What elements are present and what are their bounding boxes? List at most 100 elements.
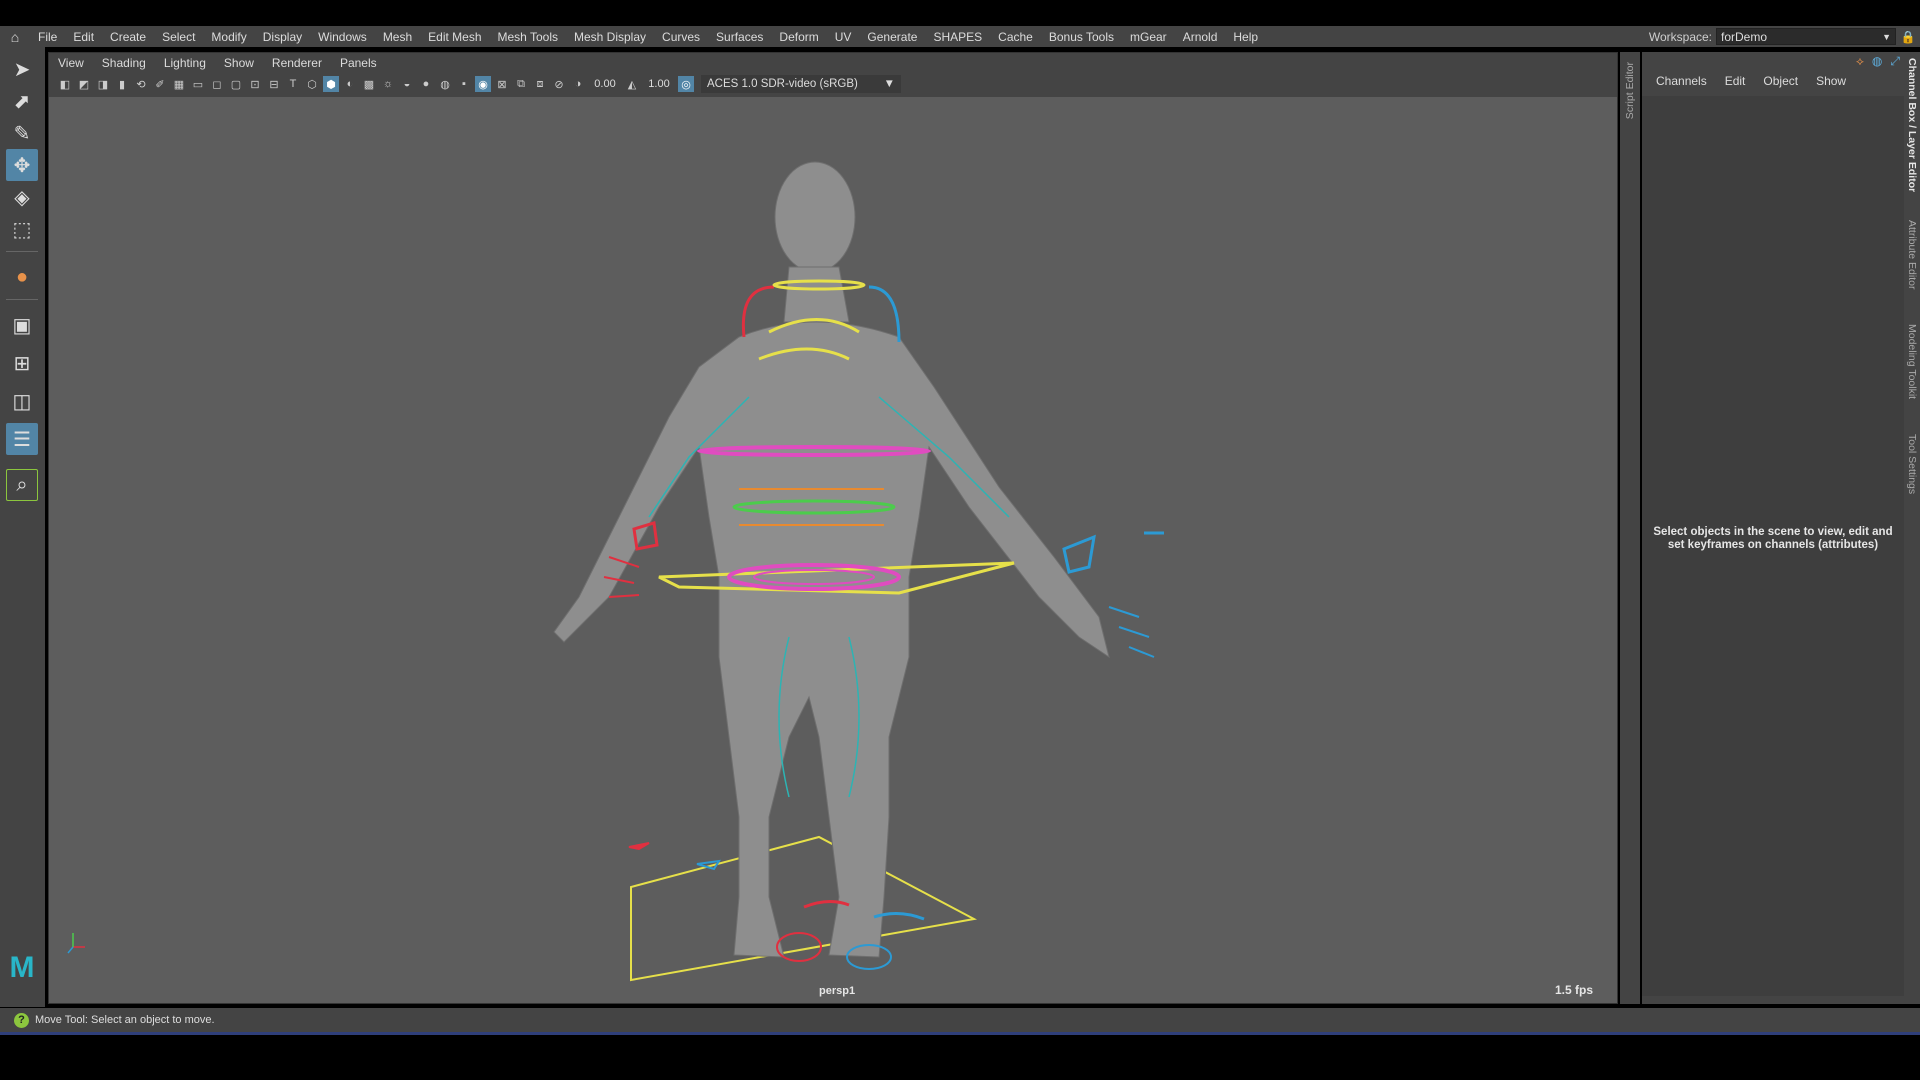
left-ik-pole[interactable] xyxy=(628,842,650,851)
show-menu[interactable]: Show xyxy=(1812,74,1850,88)
lights-icon[interactable]: ☼ xyxy=(380,76,396,92)
perspective-viewport[interactable]: persp1 1.5 fps xyxy=(49,97,1617,1003)
menu-create[interactable]: Create xyxy=(102,30,154,44)
right-wrist-control[interactable] xyxy=(1062,534,1096,574)
tab-modeling-toolkit[interactable]: Modeling Toolkit xyxy=(1906,324,1918,399)
help-icon: ? xyxy=(14,1012,29,1028)
safe-action-icon[interactable]: ⊟ xyxy=(266,76,282,92)
panel-menu-show[interactable]: Show xyxy=(215,56,263,70)
wireframe-icon[interactable]: ⬡ xyxy=(304,76,320,92)
workspace-select[interactable]: forDemo ▼ xyxy=(1716,28,1896,45)
menu-uv[interactable]: UV xyxy=(827,30,860,44)
menu-shapes[interactable]: SHAPES xyxy=(925,30,990,44)
two-view-layout-icon[interactable]: ◫ xyxy=(6,385,38,417)
workspace-area: Workspace: forDemo ▼ 🔒 xyxy=(1649,26,1920,47)
menu-edit-mesh[interactable]: Edit Mesh xyxy=(420,30,489,44)
script-editor-strip[interactable]: Script Editor xyxy=(1620,52,1640,1004)
axis-icon[interactable]: ⟡ xyxy=(1856,54,1864,69)
menu-generate[interactable]: Generate xyxy=(859,30,925,44)
select-camera-icon[interactable]: ◧ xyxy=(57,76,73,92)
field-chart-icon[interactable]: ⊡ xyxy=(247,76,263,92)
soft-select-icon[interactable]: ● xyxy=(6,261,38,293)
tab-tool-settings[interactable]: Tool Settings xyxy=(1906,434,1918,494)
resolution-gate-icon[interactable]: ◻ xyxy=(209,76,225,92)
outliner-layout-icon[interactable]: ☰ xyxy=(6,423,38,455)
safe-title-icon[interactable]: T xyxy=(285,76,301,92)
gate-mask-icon[interactable]: ▢ xyxy=(228,76,244,92)
panel-menu-panels[interactable]: Panels xyxy=(331,56,386,70)
menu-mesh[interactable]: Mesh xyxy=(375,30,420,44)
panel-menu-view[interactable]: View xyxy=(49,56,93,70)
2d-pan-zoom-icon[interactable]: ⟲ xyxy=(133,76,149,92)
paint-select-tool-icon[interactable]: ✎ xyxy=(6,117,38,149)
search-icon[interactable]: ⌕ xyxy=(6,469,38,501)
float-panel-icon[interactable]: ⤢ xyxy=(1890,54,1900,69)
xray-components-icon[interactable]: ⊘ xyxy=(551,76,567,92)
default-material-icon[interactable]: ◐ xyxy=(342,76,358,92)
film-gate-icon[interactable]: ▭ xyxy=(190,76,206,92)
camera-attributes-icon[interactable]: ◩ xyxy=(76,76,92,92)
rotate-tool-icon[interactable]: ◈ xyxy=(6,181,38,213)
tab-attribute-editor[interactable]: Attribute Editor xyxy=(1906,220,1918,289)
taskbar-edge xyxy=(0,1032,1920,1035)
menu-mgear[interactable]: mGear xyxy=(1122,30,1175,44)
depth-of-field-icon[interactable]: ◉ xyxy=(475,76,491,92)
anti-aliasing-icon[interactable]: ▪ xyxy=(456,76,472,92)
panel-menu-lighting[interactable]: Lighting xyxy=(155,56,215,70)
image-plane-icon[interactable]: ▮ xyxy=(114,76,130,92)
menu-select[interactable]: Select xyxy=(154,30,203,44)
menu-arnold[interactable]: Arnold xyxy=(1175,30,1226,44)
panel-menu-renderer[interactable]: Renderer xyxy=(263,56,331,70)
smooth-shade-icon[interactable]: ⬢ xyxy=(323,76,339,92)
panel-menu-shading[interactable]: Shading xyxy=(93,56,155,70)
panel-menubar: View Shading Lighting Show Renderer Pane… xyxy=(49,53,1617,73)
menu-mesh-display[interactable]: Mesh Display xyxy=(566,30,654,44)
xray-joints-icon[interactable]: ⧈ xyxy=(532,76,548,92)
xray-icon[interactable]: ⧉ xyxy=(513,76,529,92)
bookmarks-icon[interactable]: ◨ xyxy=(95,76,111,92)
exposure-icon[interactable]: ◑ xyxy=(570,76,586,92)
menu-mesh-tools[interactable]: Mesh Tools xyxy=(490,30,566,44)
four-view-layout-icon[interactable]: ⊞ xyxy=(6,347,38,379)
script-editor-tab[interactable]: Script Editor xyxy=(1624,62,1636,119)
isolate-select-icon[interactable]: ⊠ xyxy=(494,76,510,92)
display-icon[interactable]: ◍ xyxy=(1872,54,1882,69)
single-perspective-layout-icon[interactable]: ▣ xyxy=(6,309,38,341)
gamma-value[interactable]: 1.00 xyxy=(643,78,675,90)
shadows-icon[interactable]: ◒ xyxy=(399,76,415,92)
tab-channel-box-layer-editor[interactable]: Channel Box / Layer Editor xyxy=(1906,58,1918,192)
channels-menu[interactable]: Channels xyxy=(1652,74,1711,88)
menu-display[interactable]: Display xyxy=(255,30,310,44)
world-control-shape[interactable] xyxy=(630,835,978,982)
menu-cache[interactable]: Cache xyxy=(990,30,1041,44)
home-icon[interactable]: ⌂ xyxy=(0,29,30,45)
grease-pencil-icon[interactable]: ✐ xyxy=(152,76,168,92)
motion-blur-icon[interactable]: ◍ xyxy=(437,76,453,92)
edit-menu[interactable]: Edit xyxy=(1721,74,1750,88)
color-management-icon[interactable]: ◎ xyxy=(678,76,694,92)
textured-icon[interactable]: ▩ xyxy=(361,76,377,92)
grid-icon[interactable]: ▦ xyxy=(171,76,187,92)
menu-bonus-tools[interactable]: Bonus Tools xyxy=(1041,30,1122,44)
toolbox: ➤ ⬈ ✎ ✥ ◈ ⬚ ● ▣ ⊞ ◫ ☰ ⌕ M xyxy=(0,47,45,1007)
menu-surfaces[interactable]: Surfaces xyxy=(708,30,771,44)
right-finger-controls[interactable] xyxy=(1108,606,1155,658)
menu-deform[interactable]: Deform xyxy=(771,30,826,44)
exposure-value[interactable]: 0.00 xyxy=(589,78,621,90)
object-menu[interactable]: Object xyxy=(1759,74,1802,88)
lock-icon[interactable]: 🔒 xyxy=(1896,30,1920,44)
select-tool-icon[interactable]: ➤ xyxy=(6,53,38,85)
lasso-tool-icon[interactable]: ⬈ xyxy=(6,85,38,117)
color-management-select[interactable]: ACES 1.0 SDR-video (sRGB) ▼ xyxy=(701,75,901,93)
menu-help[interactable]: Help xyxy=(1225,30,1266,44)
gamma-icon[interactable]: ◭ xyxy=(624,76,640,92)
menu-windows[interactable]: Windows xyxy=(310,30,375,44)
scale-tool-icon[interactable]: ⬚ xyxy=(6,213,38,245)
move-tool-icon[interactable]: ✥ xyxy=(6,149,38,181)
menu-modify[interactable]: Modify xyxy=(203,30,254,44)
menu-curves[interactable]: Curves xyxy=(654,30,708,44)
menu-file[interactable]: File xyxy=(30,30,65,44)
channel-box-menubar: Channels Edit Object Show xyxy=(1652,74,1850,88)
ambient-occlusion-icon[interactable]: ● xyxy=(418,76,434,92)
menu-edit[interactable]: Edit xyxy=(65,30,102,44)
